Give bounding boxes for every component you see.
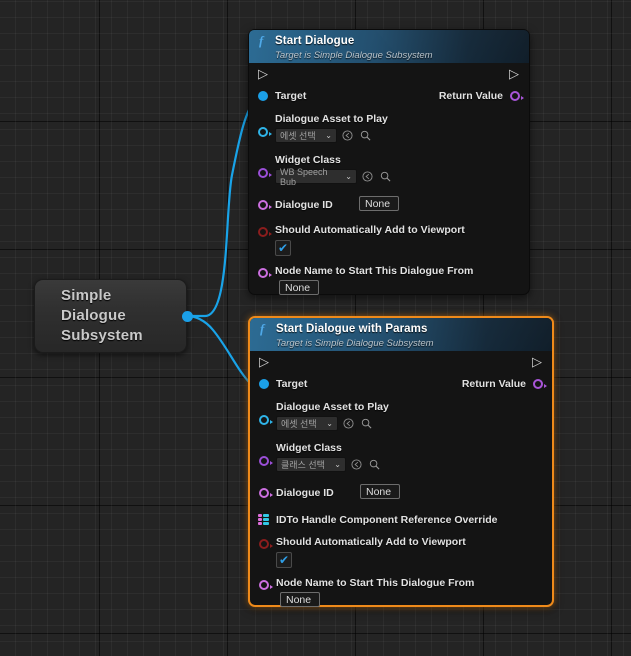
auto-viewport-checkbox[interactable]: ✔ — [275, 240, 291, 256]
node-name-pin[interactable] — [258, 268, 272, 278]
chevron-down-icon: ⌄ — [334, 460, 341, 470]
node-start-dialogue-with-params[interactable]: f Start Dialogue with Params Target is S… — [248, 316, 554, 608]
browse-back-icon[interactable] — [342, 417, 355, 430]
pin-row-auto-viewport: Should Automatically Add to Viewport ✔ — [249, 224, 529, 262]
wire-to-start-dialogue-with-params — [186, 314, 253, 386]
pin-row-auto-viewport: Should Automatically Add to Viewport ✔ — [250, 536, 552, 574]
pin-row-node-name: Node Name to Start This Dialogue From No… — [249, 265, 529, 301]
pin-row-dialogue-asset: Dialogue Asset to Play 에셋 선택 ⌄ — [249, 113, 529, 151]
target-pin-label: Target — [276, 378, 308, 390]
exec-out-pin[interactable]: ▷ — [532, 356, 542, 369]
dialogue-id-label: Dialogue ID — [276, 487, 334, 499]
exec-in-pin[interactable]: ▷ — [258, 68, 268, 81]
widget-class-value: WB Speech Bub — [280, 166, 328, 187]
return-value-pin-label: Return Value — [438, 90, 503, 102]
return-value-pin[interactable] — [533, 379, 547, 389]
pin-row-target-return: Target Return Value — [250, 375, 552, 395]
node-name-label: Node Name to Start This Dialogue From — [276, 577, 475, 589]
dialogue-id-input[interactable]: None — [359, 196, 399, 211]
dialogue-id-label: Dialogue ID — [275, 199, 333, 211]
browse-back-icon[interactable] — [350, 458, 363, 471]
check-icon: ✔ — [277, 241, 289, 255]
return-value-pin-label: Return Value — [461, 378, 526, 390]
exec-out-pin[interactable]: ▷ — [509, 68, 519, 81]
search-icon[interactable] — [360, 417, 373, 430]
widget-class-value: 클래스 선택 — [281, 460, 325, 471]
widget-class-pin[interactable] — [258, 168, 272, 178]
node-name-input[interactable]: None — [279, 280, 319, 296]
dialogue-asset-picker[interactable]: 에셋 선택 ⌄ — [276, 416, 338, 432]
auto-viewport-checkbox[interactable]: ✔ — [276, 552, 292, 568]
chevron-down-icon: ⌄ — [325, 131, 332, 141]
node-name-input[interactable]: None — [280, 592, 320, 608]
variable-title-line-3: Subsystem — [61, 327, 143, 344]
dialogue-id-value: None — [365, 197, 391, 210]
search-icon[interactable] — [368, 458, 381, 471]
dialogue-id-input[interactable]: None — [360, 484, 400, 499]
pin-row-dialogue-id: Dialogue ID None — [250, 484, 552, 506]
dialogue-asset-label: Dialogue Asset to Play — [276, 401, 389, 413]
widget-class-picker[interactable]: 클래스 선택 ⌄ — [276, 457, 346, 473]
map-pin-icon[interactable] — [258, 514, 269, 525]
search-icon[interactable] — [379, 170, 392, 183]
auto-viewport-label: Should Automatically Add to Viewport — [275, 224, 465, 236]
search-icon[interactable] — [359, 129, 372, 142]
variable-title-line-2: Dialogue — [61, 307, 126, 324]
target-pin-label: Target — [275, 90, 307, 102]
pin-row-widget-class: Widget Class 클래스 선택 ⌄ — [250, 442, 552, 480]
node-name-pin[interactable] — [259, 580, 273, 590]
node-title: Start Dialogue with Params — [276, 322, 428, 335]
function-f-icon: f — [260, 320, 265, 336]
dialogue-id-pin[interactable] — [258, 200, 272, 210]
exec-row: ▷ ▷ — [249, 63, 529, 87]
widget-class-picker[interactable]: WB Speech Bub ⌄ — [275, 166, 357, 187]
node-subtitle: Target is Simple Dialogue Subsystem — [276, 338, 434, 349]
blueprint-graph-canvas[interactable]: Simple Dialogue Subsystem f Start Dialog… — [0, 0, 631, 656]
dialogue-asset-value: 에셋 선택 — [280, 131, 316, 142]
id-to-handle-label: IDTo Handle Component Reference Override — [276, 514, 498, 526]
exec-row: ▷ ▷ — [250, 351, 552, 375]
node-simple-dialogue-subsystem[interactable]: Simple Dialogue Subsystem — [34, 279, 193, 353]
widget-class-label: Widget Class — [276, 442, 342, 454]
target-pin[interactable] — [258, 91, 268, 101]
node-name-value: None — [285, 281, 311, 294]
chevron-down-icon: ⌄ — [345, 172, 352, 182]
dialogue-asset-pin[interactable] — [259, 415, 273, 425]
pin-row-node-name: Node Name to Start This Dialogue From No… — [250, 577, 552, 613]
browse-back-icon[interactable] — [341, 129, 354, 142]
dialogue-id-value: None — [366, 485, 392, 498]
variable-title-line-1: Simple — [61, 287, 112, 304]
dialogue-id-pin[interactable] — [259, 488, 273, 498]
dialogue-asset-picker[interactable]: 에셋 선택 ⌄ — [275, 128, 337, 144]
widget-class-label: Widget Class — [275, 154, 341, 166]
dialogue-asset-label: Dialogue Asset to Play — [275, 113, 388, 125]
pin-row-target-return: Target Return Value — [249, 87, 529, 107]
pin-row-dialogue-id: Dialogue ID None — [249, 196, 529, 218]
object-output-pin[interactable] — [182, 311, 193, 322]
dialogue-asset-value: 에셋 선택 — [281, 419, 317, 430]
variable-node-title: Simple Dialogue Subsystem — [61, 286, 143, 346]
node-name-value: None — [286, 593, 312, 606]
pin-row-dialogue-asset: Dialogue Asset to Play 에셋 선택 ⌄ — [250, 401, 552, 439]
auto-viewport-pin[interactable] — [258, 227, 272, 237]
auto-viewport-pin[interactable] — [259, 539, 273, 549]
check-icon: ✔ — [278, 553, 290, 567]
auto-viewport-label: Should Automatically Add to Viewport — [276, 536, 466, 548]
node-start-dialogue[interactable]: f Start Dialogue Target is Simple Dialog… — [248, 29, 530, 296]
pin-row-widget-class: Widget Class WB Speech Bub ⌄ — [249, 154, 529, 192]
return-value-pin[interactable] — [510, 91, 524, 101]
node-title: Start Dialogue — [275, 34, 355, 47]
function-f-icon: f — [259, 32, 264, 48]
node-name-label: Node Name to Start This Dialogue From — [275, 265, 474, 277]
dialogue-asset-pin[interactable] — [258, 127, 272, 137]
exec-in-pin[interactable]: ▷ — [259, 356, 269, 369]
target-pin[interactable] — [259, 379, 269, 389]
widget-class-pin[interactable] — [259, 456, 273, 466]
node-start-dialogue-titlebar: f Start Dialogue Target is Simple Dialog… — [249, 30, 529, 63]
chevron-down-icon: ⌄ — [326, 419, 333, 429]
node-subtitle: Target is Simple Dialogue Subsystem — [275, 50, 433, 61]
pin-row-id-to-handle: IDTo Handle Component Reference Override — [250, 510, 552, 534]
node-start-dialogue-with-params-titlebar: f Start Dialogue with Params Target is S… — [250, 318, 552, 351]
browse-back-icon[interactable] — [361, 170, 374, 183]
